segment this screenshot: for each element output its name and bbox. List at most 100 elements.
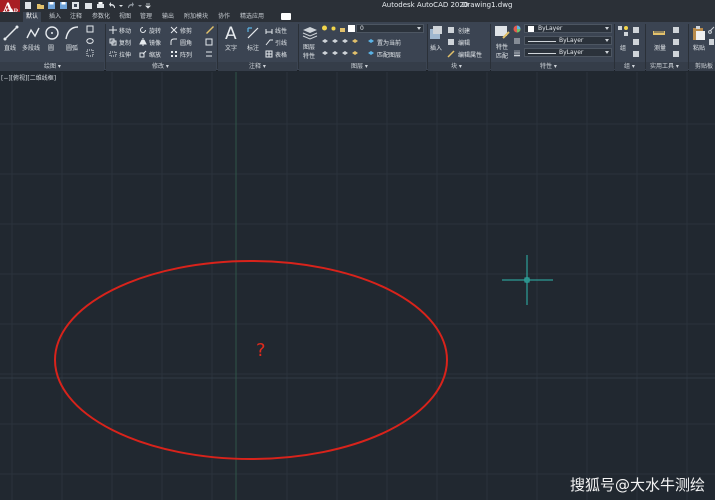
layer-thaw-sun-icon[interactable] [330,25,337,32]
edit-attributes-icon[interactable] [447,50,455,58]
mirror-button[interactable]: 镜像 [149,38,161,47]
plot-icon[interactable] [96,1,105,10]
draw-panel-title[interactable]: 绘图 ▾ [44,63,61,71]
group-button-label[interactable]: 组 [620,43,626,52]
quick-select-icon[interactable] [672,38,680,46]
paste-button-label[interactable]: 粘贴 [693,43,705,52]
array-icon[interactable] [170,50,178,58]
stretch-button[interactable]: 拉伸 [119,50,131,59]
layer-properties-label-line1[interactable]: 图层 [303,42,315,51]
fillet-button[interactable]: 圆角 [180,38,192,47]
match-properties-icon[interactable] [494,25,510,41]
tab-default[interactable]: 默认 [23,12,42,22]
scale-button[interactable]: 缩放 [149,50,161,59]
array-button[interactable]: 阵列 [180,50,192,59]
group-icon[interactable] [617,25,629,37]
arc-icon[interactable] [64,25,80,41]
tab-view[interactable]: 视图 [119,12,131,22]
paste-icon[interactable] [692,25,706,41]
trim-icon[interactable] [170,26,178,34]
cut-icon[interactable] [708,26,715,34]
hatch-icon[interactable] [86,37,94,45]
dimension-icon[interactable] [246,26,262,42]
share-icon[interactable] [84,1,93,10]
customize-qat-icon[interactable] [145,1,151,10]
redo-icon[interactable] [126,1,135,10]
polyline-icon[interactable] [25,25,41,41]
tab-manage[interactable]: 管理 [140,12,152,22]
red-ellipse[interactable] [54,260,448,460]
move-button[interactable]: 移动 [119,26,131,35]
insert-block-icon[interactable] [428,25,444,41]
circle-icon[interactable] [44,25,60,41]
table-icon[interactable] [265,50,273,58]
copy-icon[interactable] [109,38,117,46]
trim-button[interactable]: 修剪 [180,26,192,35]
properties-panel-title[interactable]: 特性 ▾ [540,63,557,71]
groups-panel-title[interactable]: 组 ▾ [624,63,635,71]
block-panel-title[interactable]: 块 ▾ [451,63,462,71]
insert-button-label[interactable]: 插入 [430,43,442,52]
rotate-button[interactable]: 旋转 [149,26,161,35]
layer-properties-icon[interactable] [302,24,318,40]
match-properties-label-line1[interactable]: 特性 [496,42,508,51]
layer-on-bulb-icon[interactable] [321,25,328,32]
table-button[interactable]: 表格 [275,50,287,59]
layer-on-all-icon[interactable] [341,49,349,57]
offset-icon[interactable] [205,50,213,58]
lineweight-dropdown[interactable]: ByLayer [524,48,612,57]
match-layer-icon[interactable] [367,49,375,57]
layer-lock-icon[interactable] [351,37,359,45]
layer-freeze-icon[interactable] [331,37,339,45]
save-icon[interactable] [47,1,56,10]
leader-button[interactable]: 引线 [275,38,287,47]
tab-output[interactable]: 输出 [162,12,174,22]
rotate-icon[interactable] [139,26,147,34]
dimension-button-label[interactable]: 标注 [247,43,259,52]
measure-button-label[interactable]: 测量 [654,43,666,52]
layer-unlock-icon[interactable] [339,25,346,32]
match-layer-button[interactable]: 匹配图层 [377,50,401,59]
move-icon[interactable] [109,26,117,34]
layer-properties-label-line2[interactable]: 特性 [303,51,315,60]
boundary-icon[interactable] [86,49,94,57]
copy-button[interactable]: 复制 [119,38,131,47]
fillet-icon[interactable] [170,38,178,46]
arc-button-label[interactable]: 圆弧 [66,43,78,52]
save-as-icon[interactable] [59,1,68,10]
layer-unlock-all-icon[interactable] [351,49,359,57]
layer-thaw-all-icon[interactable] [331,49,339,57]
undo-dropdown-icon[interactable] [118,1,124,10]
drawing-canvas[interactable] [0,72,715,500]
circle-button-label[interactable]: 圆 [48,43,54,52]
linear-button[interactable]: 线性 [275,26,287,35]
ungroup-icon[interactable] [632,26,640,34]
tab-annotate[interactable]: 注释 [70,12,82,22]
modify-panel-title[interactable]: 修改 ▾ [152,63,169,71]
undo-icon[interactable] [108,1,117,10]
edit-block-button[interactable]: 编辑 [458,38,470,47]
line-button-label[interactable]: 直线 [4,43,16,52]
annotation-panel-title[interactable]: 注释 ▾ [249,63,266,71]
scale-icon[interactable] [139,50,147,58]
explode-icon[interactable] [205,38,213,46]
mirror-icon[interactable] [139,38,147,46]
tab-featured-apps[interactable]: 精选应用 [240,12,264,22]
group-edit-icon[interactable] [632,38,640,46]
make-current-icon[interactable] [367,37,375,45]
create-block-icon[interactable] [447,26,455,34]
text-button-label[interactable]: 文字 [225,43,237,52]
group-select-icon[interactable] [632,50,640,58]
create-block-button[interactable]: 创建 [458,26,470,35]
viewport-controls[interactable]: [−][俯视][二维线框] [1,73,56,82]
polyline-button-label[interactable]: 多段线 [22,43,40,52]
ribbon-minimize-toggle[interactable] [281,13,291,20]
rectangle-icon[interactable] [86,25,94,33]
erase-icon[interactable] [205,25,215,34]
color-dropdown[interactable]: ByLayer [524,24,612,33]
tab-insert[interactable]: 插入 [49,12,61,22]
make-current-button[interactable]: 置为当前 [377,38,401,47]
clipboard-panel-title[interactable]: 剪贴板 [695,63,713,71]
redo-dropdown-icon[interactable] [137,1,143,10]
copy-clip-icon[interactable] [708,38,715,46]
